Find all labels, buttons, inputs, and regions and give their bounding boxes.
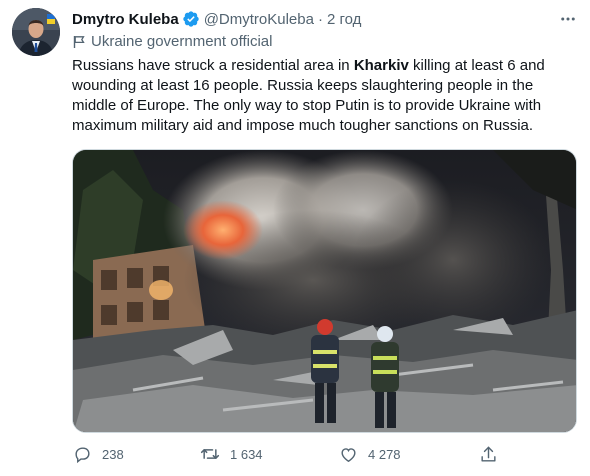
separator-dot: · (317, 10, 323, 28)
retweet-icon (200, 444, 220, 464)
share-button[interactable] (478, 444, 498, 464)
share-icon (478, 444, 498, 464)
tweet-actions: 238 1 634 4 278 (72, 444, 512, 468)
government-label[interactable]: Ukraine government official (72, 33, 272, 50)
reply-icon (72, 444, 92, 464)
more-icon[interactable] (558, 9, 578, 29)
reply-count: 238 (102, 446, 124, 462)
retweet-count: 1 634 (230, 446, 263, 462)
tweet-photo[interactable] (72, 149, 577, 433)
author-name[interactable]: Dmytro Kuleba (72, 11, 179, 28)
like-icon (338, 444, 358, 464)
tweet-photo-image (73, 150, 576, 432)
tweet-text: Russians have struck a residential area … (72, 56, 572, 136)
tweet-card: Dmytro Kuleba @DmytroKuleba · 2 год Ukra… (0, 0, 590, 476)
tweet-text-highlight: Kharkiv (353, 57, 409, 74)
author-handle[interactable]: @DmytroKuleba (204, 11, 314, 28)
tweet-text-part1: Russians have struck a residential area … (72, 57, 354, 74)
like-button[interactable]: 4 278 (338, 444, 401, 464)
tweet-header: Dmytro Kuleba @DmytroKuleba · 2 год (72, 9, 550, 29)
retweet-button[interactable]: 1 634 (200, 444, 263, 464)
government-label-text: Ukraine government official (91, 33, 273, 50)
like-count: 4 278 (368, 446, 401, 462)
avatar[interactable] (12, 8, 60, 56)
verified-badge-icon (182, 10, 200, 28)
timestamp[interactable]: 2 год (327, 11, 361, 28)
flag-icon (72, 35, 86, 49)
reply-button[interactable]: 238 (72, 444, 124, 464)
